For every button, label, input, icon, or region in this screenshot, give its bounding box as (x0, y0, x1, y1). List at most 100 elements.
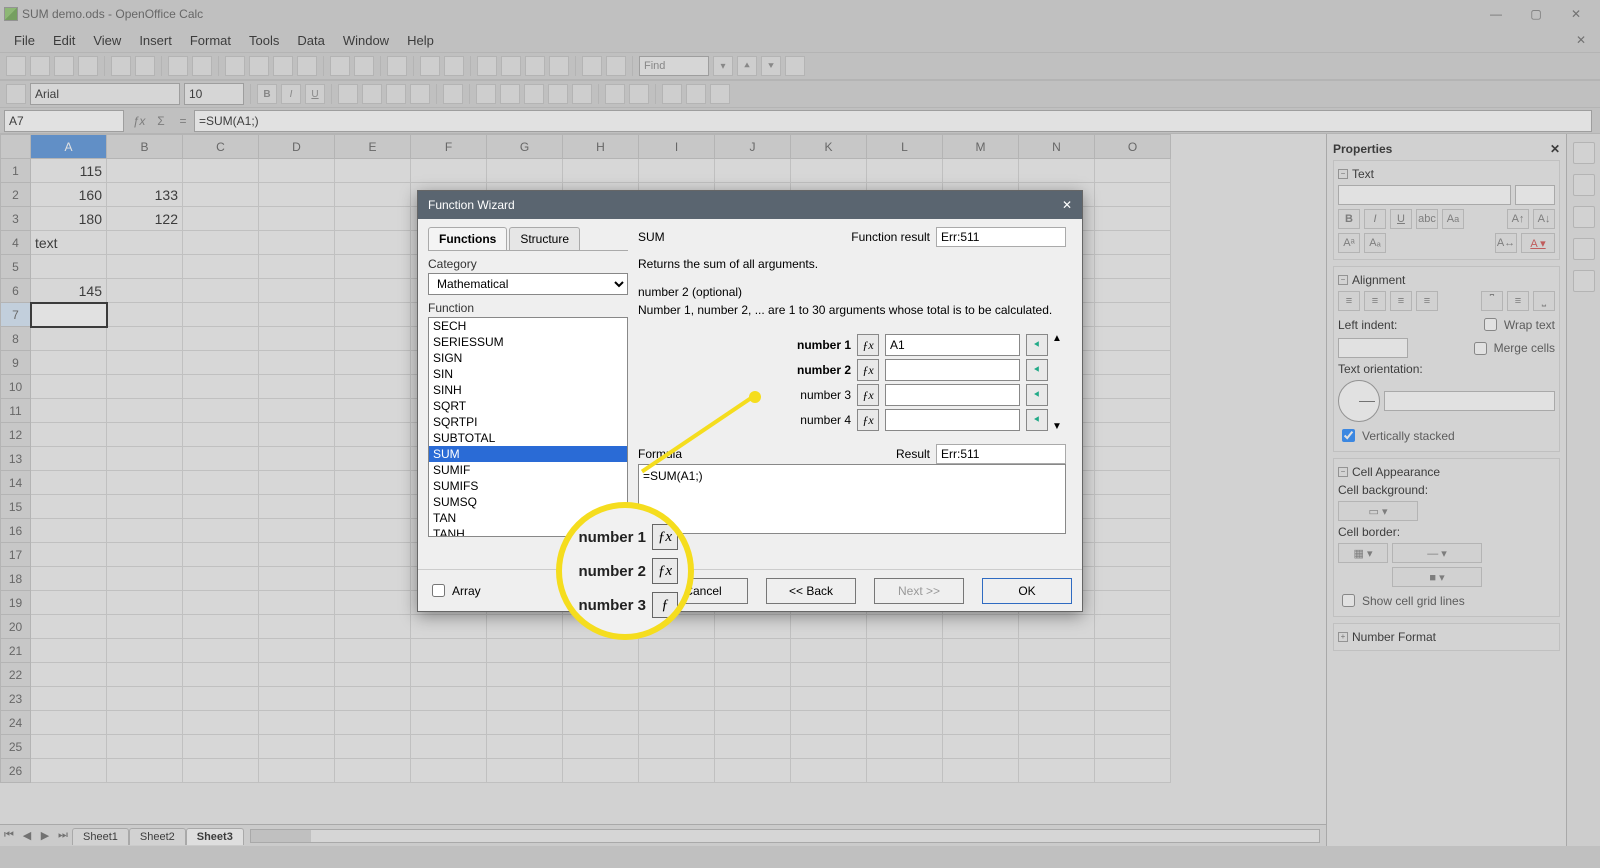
menu-edit[interactable]: Edit (45, 31, 83, 50)
cell[interactable] (335, 543, 411, 567)
cell[interactable] (1019, 663, 1095, 687)
column-header[interactable]: A (31, 135, 107, 159)
menu-window[interactable]: Window (335, 31, 397, 50)
cell[interactable] (1095, 591, 1171, 615)
cell[interactable] (183, 519, 259, 543)
column-header[interactable]: J (715, 135, 791, 159)
cell[interactable] (31, 303, 107, 327)
tab-first-icon[interactable]: ⏮ (0, 829, 18, 842)
cell[interactable] (1095, 759, 1171, 783)
halign-center-icon[interactable]: ≡ (1364, 291, 1386, 311)
cell[interactable] (31, 471, 107, 495)
cell[interactable]: 133 (107, 183, 183, 207)
cell[interactable] (791, 687, 867, 711)
row-header[interactable]: 10 (1, 375, 31, 399)
cell[interactable] (563, 663, 639, 687)
arg-input[interactable] (885, 334, 1020, 356)
copy-icon[interactable] (249, 56, 269, 76)
cell[interactable] (715, 759, 791, 783)
cell[interactable] (1019, 711, 1095, 735)
cell[interactable] (107, 423, 183, 447)
currency-icon[interactable] (476, 84, 496, 104)
cell[interactable] (107, 327, 183, 351)
cell[interactable] (335, 591, 411, 615)
cell[interactable] (183, 447, 259, 471)
cell[interactable] (31, 495, 107, 519)
cell[interactable] (411, 159, 487, 183)
cell[interactable] (183, 615, 259, 639)
cell[interactable] (1095, 183, 1171, 207)
collapse-numfmt-icon[interactable]: + (1338, 632, 1348, 642)
align-left-icon[interactable] (338, 84, 358, 104)
font-name-combo[interactable] (1338, 185, 1511, 205)
row-header[interactable]: 7 (1, 303, 31, 327)
row-header[interactable]: 19 (1, 591, 31, 615)
menu-data[interactable]: Data (289, 31, 332, 50)
cell[interactable] (791, 735, 867, 759)
navigator-deck-icon[interactable] (1573, 238, 1595, 260)
cell[interactable] (183, 279, 259, 303)
cell[interactable] (259, 159, 335, 183)
row-header[interactable]: 8 (1, 327, 31, 351)
find-input[interactable] (639, 56, 709, 76)
cell[interactable] (715, 711, 791, 735)
cell[interactable] (259, 663, 335, 687)
cell[interactable] (259, 423, 335, 447)
cell[interactable] (31, 639, 107, 663)
cell[interactable] (31, 447, 107, 471)
cell[interactable] (31, 423, 107, 447)
cell[interactable] (715, 639, 791, 663)
increase-font-icon[interactable]: A↑ (1507, 209, 1529, 229)
cell[interactable] (259, 471, 335, 495)
close-window-button[interactable]: ✕ (1556, 1, 1596, 27)
char-spacing-icon[interactable]: A↔ (1495, 233, 1517, 253)
cell[interactable] (107, 303, 183, 327)
valign-mid-icon[interactable]: ≡ (1507, 291, 1529, 311)
cell[interactable] (1095, 279, 1171, 303)
cell[interactable] (259, 519, 335, 543)
next-button[interactable]: Next >> (874, 578, 964, 604)
column-header[interactable]: G (487, 135, 563, 159)
cell[interactable] (259, 399, 335, 423)
format-paint-icon[interactable] (297, 56, 317, 76)
cell[interactable] (335, 423, 411, 447)
row-header[interactable]: 21 (1, 639, 31, 663)
function-list-item[interactable]: SUM (429, 446, 627, 462)
cell[interactable] (563, 639, 639, 663)
cell[interactable] (639, 663, 715, 687)
cell[interactable] (1095, 663, 1171, 687)
increase-indent-icon[interactable] (629, 84, 649, 104)
menu-file[interactable]: File (6, 31, 43, 50)
equals-icon[interactable]: = (172, 110, 194, 132)
dialog-close-icon[interactable]: ✕ (1062, 198, 1072, 212)
cell[interactable] (1095, 327, 1171, 351)
cell[interactable] (335, 495, 411, 519)
cell[interactable] (259, 591, 335, 615)
function-list-item[interactable]: SIGN (429, 350, 627, 366)
cell[interactable] (715, 735, 791, 759)
column-header[interactable]: F (411, 135, 487, 159)
hyperlink-icon[interactable] (387, 56, 407, 76)
cell[interactable] (1095, 639, 1171, 663)
cell[interactable] (107, 543, 183, 567)
cell[interactable] (107, 447, 183, 471)
cell[interactable] (639, 759, 715, 783)
close-document-button[interactable]: ✕ (1568, 31, 1594, 49)
cell[interactable] (183, 303, 259, 327)
remove-decimal-icon[interactable] (572, 84, 592, 104)
column-header[interactable]: I (639, 135, 715, 159)
zoom-icon[interactable] (582, 56, 602, 76)
cell[interactable] (31, 351, 107, 375)
cell[interactable] (335, 279, 411, 303)
cell[interactable] (563, 711, 639, 735)
row-header[interactable]: 15 (1, 495, 31, 519)
font-effects2-icon[interactable]: Aₐ (1364, 233, 1386, 253)
tab-prev-icon[interactable]: ◀ (18, 829, 36, 842)
tab-structure[interactable]: Structure (509, 227, 580, 250)
cell[interactable] (31, 735, 107, 759)
font-name-input[interactable] (30, 83, 180, 105)
merge-cells-icon[interactable] (443, 84, 463, 104)
cell[interactable] (259, 183, 335, 207)
cell[interactable] (563, 687, 639, 711)
new-icon[interactable] (6, 56, 26, 76)
